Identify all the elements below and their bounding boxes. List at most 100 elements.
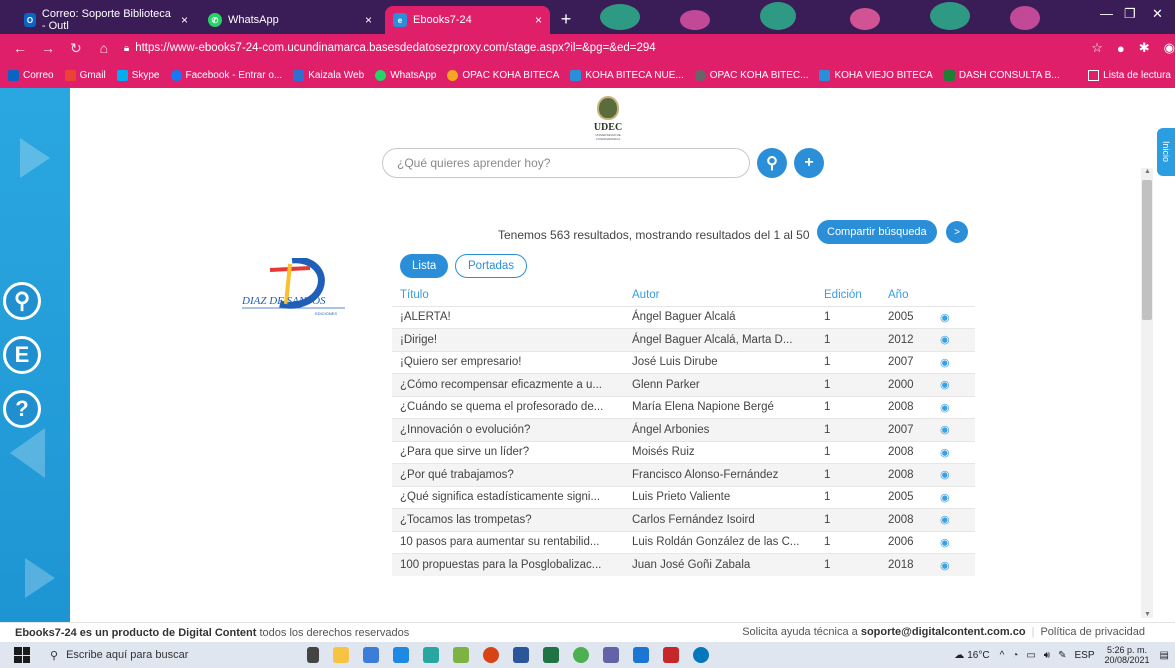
- scroll-down-icon[interactable]: ▼: [1144, 611, 1151, 618]
- clock[interactable]: 5:26 p. m. 20/08/2021: [1105, 645, 1150, 665]
- windows-start-icon[interactable]: [14, 647, 30, 663]
- table-row[interactable]: ¿Innovación o evolución? Ángel Arbonies 1 2…: [392, 418, 975, 441]
- file-explorer-icon[interactable]: [333, 647, 349, 663]
- col-year[interactable]: Año: [880, 284, 932, 306]
- bookmark-dash[interactable]: DASH CONSULTA B...: [943, 69, 1060, 81]
- bookmark-kaizala[interactable]: Kaizala Web: [293, 69, 364, 81]
- table-row[interactable]: ¿Cómo recompensar eficazmente a u... Glen…: [392, 373, 975, 396]
- eye-icon[interactable]: ◉: [940, 514, 950, 526]
- app-icon[interactable]: [633, 647, 649, 663]
- scrollbar-thumb[interactable]: [1142, 180, 1152, 320]
- powerpoint-icon[interactable]: [483, 647, 499, 663]
- search-input[interactable]: ¿Qué quieres aprender hoy?: [382, 148, 750, 178]
- col-edition[interactable]: Edición: [816, 284, 880, 306]
- bookmark-opac-koha[interactable]: OPAC KOHA BITECA: [447, 69, 559, 81]
- maximize-icon[interactable]: ❐: [1124, 6, 1136, 22]
- inicio-tab[interactable]: Inicio: [1157, 128, 1175, 176]
- eye-icon[interactable]: ◉: [940, 469, 950, 481]
- scroll-up-icon[interactable]: ▲: [1144, 168, 1151, 175]
- list-view-button[interactable]: Lista: [400, 254, 449, 278]
- excel-icon[interactable]: [543, 647, 559, 663]
- eye-icon[interactable]: ◉: [940, 537, 950, 549]
- task-view-icon[interactable]: [307, 647, 319, 663]
- eye-icon[interactable]: ◉: [940, 379, 950, 391]
- table-row[interactable]: ¡Quiero ser empresario! José Luis Dirube 1…: [392, 350, 975, 374]
- bookmark-correo[interactable]: Correo: [8, 69, 54, 81]
- tab-ebooks[interactable]: e Ebooks7-24 ×: [385, 6, 550, 34]
- sidebar-search-button[interactable]: ⚲: [3, 282, 41, 320]
- bookmark-koha-nue[interactable]: KOHA BITECA NUE...: [570, 69, 684, 81]
- table-row[interactable]: ¡ALERTA! Ángel Baguer Alcalá 1 2005 ◉: [392, 305, 975, 329]
- table-row[interactable]: ¡Dirige! Ángel Baguer Alcalá, Marta D... 1…: [392, 328, 975, 351]
- reading-list[interactable]: Lista de lectura: [1088, 62, 1175, 88]
- sidebar-e-button[interactable]: E: [3, 336, 41, 374]
- tab-whatsapp[interactable]: ✆ WhatsApp ×: [200, 6, 380, 34]
- puzzle-icon[interactable]: ✱: [1139, 40, 1150, 56]
- col-author[interactable]: Autor: [624, 284, 816, 306]
- next-page-button[interactable]: >: [946, 221, 968, 243]
- filezilla-icon[interactable]: [663, 647, 679, 663]
- close-window-icon[interactable]: ✕: [1152, 6, 1163, 22]
- forward-icon[interactable]: →: [40, 40, 56, 56]
- covers-view-button[interactable]: Portadas: [455, 254, 528, 278]
- tab-outlook[interactable]: O Correo: Soporte Biblioteca - Outl ×: [16, 6, 196, 34]
- bookmark-gmail[interactable]: Gmail: [64, 69, 106, 81]
- privacy-link[interactable]: Política de privacidad: [1040, 626, 1145, 638]
- eye-icon[interactable]: ◉: [940, 492, 950, 504]
- search-button[interactable]: ⚲: [757, 148, 787, 178]
- weather-icon[interactable]: ☁: [954, 650, 964, 661]
- volume-icon[interactable]: 🔊︎: [1044, 650, 1050, 661]
- language-indicator[interactable]: ESP: [1074, 650, 1094, 661]
- extension-icon[interactable]: ●: [1117, 41, 1125, 56]
- app-icon[interactable]: [423, 647, 439, 663]
- table-row[interactable]: ¿Tocamos las trompetas? Carlos Fernández …: [392, 508, 975, 531]
- table-row[interactable]: ¿Por qué trabajamos? Francisco Alonso-Fer…: [392, 463, 975, 486]
- close-icon[interactable]: ×: [181, 13, 188, 27]
- close-icon[interactable]: ×: [535, 13, 542, 27]
- table-row[interactable]: 10 pasos para aumentar su rentabilid... L…: [392, 530, 975, 554]
- table-row[interactable]: ¿Qué significa estadísticamente signi...…: [392, 485, 975, 509]
- eye-icon[interactable]: ◉: [940, 447, 950, 459]
- weather-temp[interactable]: 16°C: [967, 650, 989, 661]
- chrome-icon[interactable]: [573, 647, 589, 663]
- taskbar-search[interactable]: ⚲ Escribe aquí para buscar: [50, 649, 300, 662]
- eye-icon[interactable]: ◉: [940, 312, 950, 324]
- minimize-icon[interactable]: —: [1100, 6, 1113, 21]
- bookmark-opac-bitec[interactable]: OPAC KOHA BITEC...: [694, 69, 808, 81]
- star-icon[interactable]: ☆: [1091, 40, 1103, 56]
- reload-icon[interactable]: ↻: [68, 40, 84, 57]
- add-button[interactable]: +: [794, 148, 824, 178]
- table-row[interactable]: ¿Para que sirve un líder? Moisés Ruiz 1 200…: [392, 440, 975, 464]
- bookmark-koha-viejo[interactable]: KOHA VIEJO BITECA: [819, 69, 933, 81]
- url-field[interactable]: 🔒︎ https://www-ebooks7-24-com.ucundinama…: [123, 37, 1078, 59]
- eye-icon[interactable]: ◉: [940, 402, 950, 414]
- support-email-link[interactable]: soporte@digitalcontent.com.co: [861, 626, 1026, 638]
- app-icon[interactable]: [693, 647, 709, 663]
- col-title[interactable]: Título: [392, 284, 624, 306]
- scrollbar[interactable]: ▲ ▼: [1141, 168, 1153, 618]
- chevron-up-icon[interactable]: ^: [1000, 650, 1005, 661]
- eye-icon[interactable]: ◉: [940, 560, 950, 572]
- teams-icon[interactable]: [603, 647, 619, 663]
- eye-icon[interactable]: ◉: [940, 334, 950, 346]
- bookmark-whatsapp[interactable]: WhatsApp: [375, 69, 436, 81]
- store-icon[interactable]: [393, 647, 409, 663]
- eye-icon[interactable]: ◉: [940, 357, 950, 369]
- sidebar-help-button[interactable]: ?: [3, 390, 41, 428]
- table-row[interactable]: 100 propuestas para la Posglobalizac... J…: [392, 553, 975, 576]
- battery-icon[interactable]: ▭: [1026, 650, 1035, 661]
- word-icon[interactable]: [513, 647, 529, 663]
- network-icon[interactable]: ◔: [1012, 650, 1018, 661]
- notifications-icon[interactable]: ▤: [1160, 650, 1169, 661]
- bookmark-facebook[interactable]: Facebook - Entrar o...: [170, 69, 282, 81]
- eye-icon[interactable]: ◉: [940, 424, 950, 436]
- home-icon[interactable]: ⌂: [96, 40, 112, 56]
- share-search-button[interactable]: Compartir búsqueda: [817, 220, 937, 244]
- close-icon[interactable]: ×: [365, 13, 372, 27]
- bookmark-skype[interactable]: Skype: [116, 69, 160, 81]
- calculator-icon[interactable]: [363, 647, 379, 663]
- pen-icon[interactable]: ✎: [1058, 650, 1066, 661]
- table-row[interactable]: ¿Cuándo se quema el profesorado de... Mar…: [392, 395, 975, 419]
- back-icon[interactable]: ←: [12, 40, 28, 56]
- app-icon[interactable]: [453, 647, 469, 663]
